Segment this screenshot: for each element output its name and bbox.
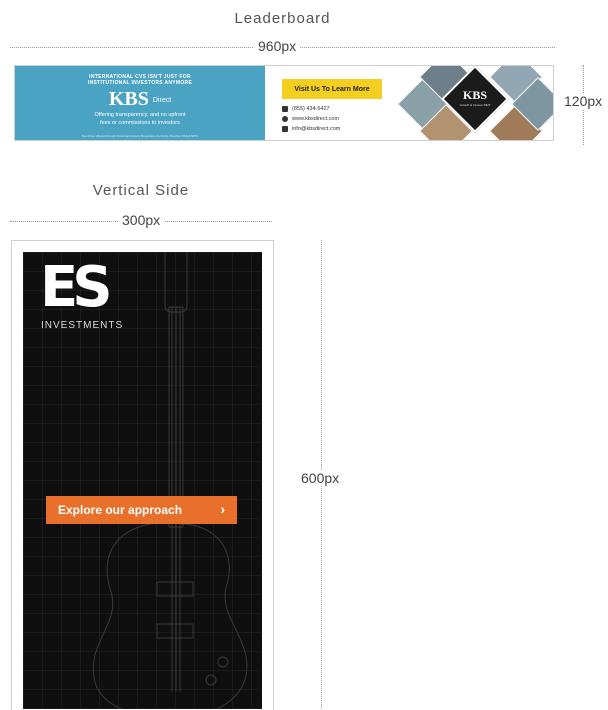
leaderboard-width-label: 960px [254,38,301,54]
phone-icon [282,106,288,112]
leaderboard-top-text-2: INSTITUTIONAL INVESTORS ANYMORE [87,80,193,86]
contact-phone[interactable]: (855) 434-5427 [282,106,330,112]
leaderboard-ad[interactable]: INTERNATIONAL CVS ISN'T JUST FOR INSTITU… [14,65,554,141]
kbs-emblem-logo: KBS [462,88,487,102]
leaderboard-contact-panel: Visit Us To Learn More (855) 434-5427 ww… [272,66,390,140]
leaderboard-blue-panel: INTERNATIONAL CVS ISN'T JUST FOR INSTITU… [15,66,265,140]
vertical-ad[interactable]: ES INVESTMENTS Explore our approach › [23,252,262,709]
globe-icon [282,116,288,122]
explore-approach-button[interactable]: Explore our approach › [46,496,237,524]
visit-us-button[interactable]: Visit Us To Learn More [282,79,382,99]
leaderboard-building-collage: KBS Growth & Income REIT [387,66,553,140]
chevron-right-icon: › [220,501,225,517]
leaderboard-height-label: 120px [560,93,607,109]
es-logo: ES [40,255,113,320]
contact-email[interactable]: info@kbsdirect.com [282,126,340,132]
leaderboard-title: Leaderboard [234,10,331,27]
kbs-logo: KBS Direct [108,88,172,110]
leaderboard-tagline-1: Offering transparency, and no upfront [94,112,186,118]
leaderboard-fine-print: Securities offered through Financial Ind… [81,134,199,138]
contact-website[interactable]: www.kbsdirect.com [282,116,339,122]
vertical-height-label: 600px [297,470,344,486]
investments-label: INVESTMENTS [41,320,124,331]
vertical-width-label: 300px [118,212,165,228]
envelope-icon [282,126,288,132]
kbs-emblem-subtitle: Growth & Income REIT [459,103,491,107]
leaderboard-tagline-2: fees or commissions to investors [100,120,180,126]
vertical-title: Vertical Side [92,182,190,199]
